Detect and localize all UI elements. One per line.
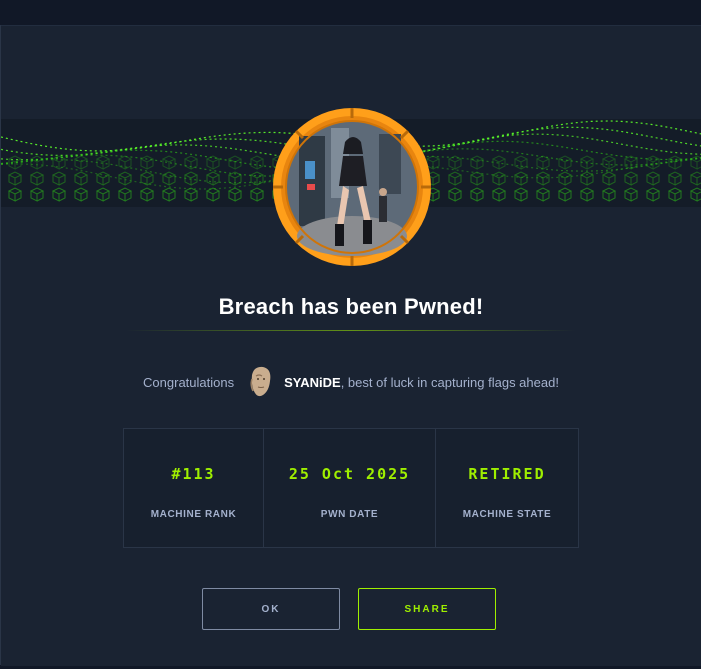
stat-value: 25 Oct 2025: [288, 465, 411, 483]
ok-button[interactable]: OK: [202, 588, 340, 630]
stat-machine-state: RETIRED MACHINE STATE: [436, 429, 578, 547]
stat-machine-rank: #113 MACHINE RANK: [124, 429, 264, 547]
congrats-suffix: , best of luck in capturing flags ahead!: [340, 374, 559, 390]
title-divider: [126, 330, 576, 331]
stat-value: RETIRED: [468, 465, 546, 483]
modal-title: Breach has been Pwned!: [218, 294, 484, 319]
stat-value: #113: [171, 465, 216, 483]
stats-panel: #113 MACHINE RANK 25 Oct 2025 PWN DATE R…: [123, 428, 579, 548]
congrats-prefix: Congratulations: [143, 374, 235, 390]
machine-avatar: [271, 106, 433, 268]
username[interactable]: SYANiDE: [284, 375, 341, 390]
stat-label: MACHINE RANK: [150, 509, 237, 520]
pwned-modal: Breach has been Pwned! Congratulations S…: [1, 25, 701, 666]
stat-label: PWN DATE: [320, 509, 379, 520]
congrats-message: Congratulations SYANiDE , best of luck i…: [1, 362, 701, 402]
stat-pwn-date: 25 Oct 2025 PWN DATE: [264, 429, 436, 547]
stat-label: MACHINE STATE: [462, 509, 552, 520]
share-button[interactable]: SHARE: [358, 588, 496, 630]
user-avatar-icon: [246, 365, 274, 399]
